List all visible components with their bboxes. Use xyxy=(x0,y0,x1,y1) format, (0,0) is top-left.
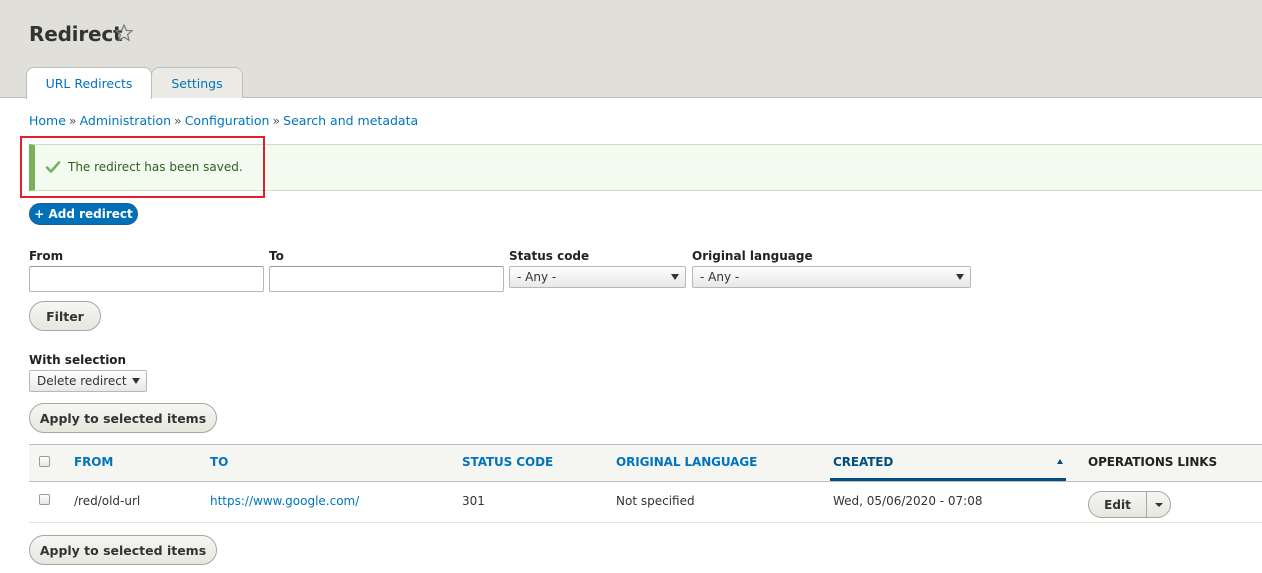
bulk-action-select[interactable]: Delete redirect xyxy=(29,370,147,392)
chevron-down-icon xyxy=(132,378,140,384)
cell-to-link[interactable]: https://www.google.com/ xyxy=(210,494,359,508)
apply-to-selected-button-bottom[interactable]: Apply to selected items xyxy=(29,535,217,565)
breadcrumb-configuration-link[interactable]: Configuration xyxy=(185,113,270,128)
status-code-select[interactable]: - Any - xyxy=(509,266,686,288)
original-language-select-value: - Any - xyxy=(700,270,740,284)
chevron-down-icon xyxy=(671,274,679,280)
breadcrumb-administration-link[interactable]: Administration xyxy=(80,113,171,128)
operations-dropbutton: Edit xyxy=(1088,491,1171,518)
chevron-down-icon xyxy=(956,274,964,280)
row-divider xyxy=(29,522,1262,523)
operations-toggle-button[interactable] xyxy=(1147,492,1171,517)
cell-language: Not specified xyxy=(616,494,695,508)
filter-button[interactable]: Filter xyxy=(29,301,101,331)
bulk-action-select-value: Delete redirect xyxy=(37,374,127,388)
original-language-select[interactable]: - Any - xyxy=(692,266,971,288)
breadcrumb-home-link[interactable]: Home xyxy=(29,113,66,128)
active-sort-indicator xyxy=(830,478,1066,481)
apply-to-selected-button[interactable]: Apply to selected items xyxy=(29,403,217,433)
status-code-select-value: - Any - xyxy=(517,270,557,284)
to-input[interactable] xyxy=(269,266,504,292)
cell-from: /red/old-url xyxy=(74,494,141,508)
edit-button[interactable]: Edit xyxy=(1089,492,1147,517)
cell-status-code: 301 xyxy=(462,494,485,508)
breadcrumb-search-metadata-link[interactable]: Search and metadata xyxy=(283,113,418,128)
from-input[interactable] xyxy=(29,266,264,292)
chevron-down-icon xyxy=(1155,503,1163,507)
row-checkbox[interactable] xyxy=(39,494,50,505)
column-header-operations: OPERATIONS LINKS xyxy=(1088,455,1217,469)
highlight-box xyxy=(20,136,265,198)
page-title: Redirect xyxy=(29,22,123,46)
tab-settings[interactable]: Settings xyxy=(151,67,243,98)
column-header-from[interactable]: FROM xyxy=(74,455,113,469)
column-header-original-language[interactable]: ORIGINAL LANGUAGE xyxy=(616,455,757,469)
tab-url-redirects[interactable]: URL Redirects xyxy=(26,67,152,99)
with-selection-label: With selection xyxy=(29,353,127,367)
cell-created: Wed, 05/06/2020 - 07:08 xyxy=(833,494,983,508)
sort-ascending-icon[interactable] xyxy=(1057,459,1063,464)
add-redirect-button[interactable]: + Add redirect xyxy=(29,203,138,225)
original-language-label: Original language xyxy=(692,249,813,263)
breadcrumb: Home» Administration» Configuration» Search… xyxy=(29,113,419,128)
column-header-created[interactable]: CREATED xyxy=(833,455,893,469)
select-all-checkbox[interactable] xyxy=(39,456,50,467)
status-code-label: Status code xyxy=(509,249,590,263)
to-label: To xyxy=(269,249,284,263)
from-label: From xyxy=(29,249,64,263)
column-header-status-code[interactable]: STATUS CODE xyxy=(462,455,553,469)
column-header-to[interactable]: TO xyxy=(210,455,228,469)
star-icon[interactable] xyxy=(114,23,134,43)
